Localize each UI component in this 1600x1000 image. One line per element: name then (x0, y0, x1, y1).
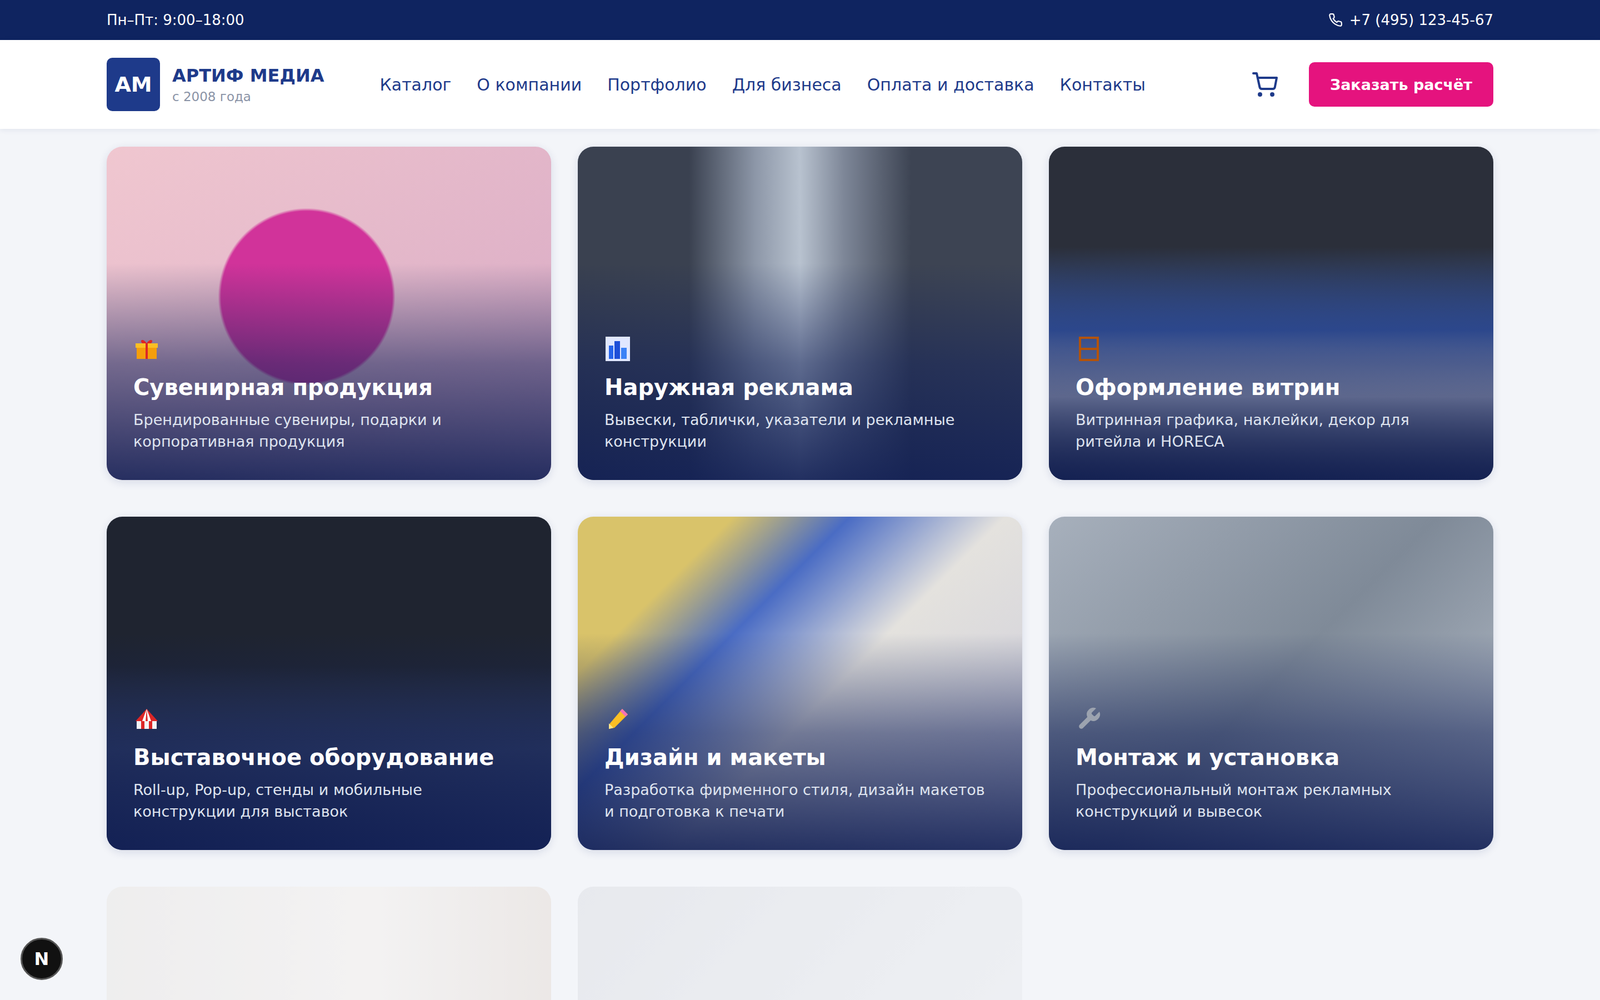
card-title: Оформление витрин (1075, 374, 1467, 400)
top-bar: Пн–Пт: 9:00–18:00 +7 (495) 123-45-67 (0, 0, 1600, 40)
category-card[interactable]: Дизайн и макеты Разработка фирменного сти… (577, 516, 1023, 850)
cart-icon (1251, 71, 1278, 98)
card-description: Витринная графика, наклейки, декор для р… (1075, 408, 1467, 453)
city-icon (604, 335, 632, 363)
gift-icon (133, 335, 160, 363)
nav-item[interactable]: Контакты (1060, 75, 1146, 95)
tent-icon (133, 705, 160, 733)
card-title: Дизайн и макеты (604, 744, 996, 770)
loading-card (106, 886, 552, 1000)
phone-link[interactable]: +7 (495) 123-45-67 (1328, 11, 1494, 29)
loading-card (577, 886, 1023, 1000)
nav-item[interactable]: Портфолио (607, 75, 707, 95)
card-description: Разработка фирменного стиля, дизайн маке… (604, 778, 996, 823)
card-title: Сувенирная продукция (133, 374, 525, 400)
category-card[interactable]: Выставочное оборудование Roll-up, Pop-up,… (106, 516, 552, 850)
category-card[interactable]: Оформление витрин Витринная графика, накл… (1048, 146, 1494, 480)
nav-item[interactable]: О компании (476, 75, 582, 95)
category-card[interactable]: Наружная реклама Вывески, таблички, указа… (577, 146, 1023, 480)
pencil-icon (604, 705, 632, 733)
card-description: Вывески, таблички, указатели и рекламные… (604, 408, 996, 453)
logo-mark: АМ (106, 57, 160, 112)
working-hours: Пн–Пт: 9:00–18:00 (106, 11, 245, 29)
card-title: Наружная реклама (604, 374, 996, 400)
wrench-icon (1075, 705, 1103, 733)
main-nav: Каталог О компании Портфолио Для бизнеса Опл… (379, 75, 1229, 95)
phone-icon (1328, 12, 1343, 28)
header: АМ АРТИФ МЕДИА с 2008 года Каталог О компани… (0, 40, 1600, 129)
logo-subtitle: с 2008 года (172, 89, 324, 104)
card-title: Выставочное оборудование (133, 744, 525, 770)
card-description: Roll-up, Pop-up, стенды и мобильные конс… (133, 778, 525, 823)
nav-item[interactable]: Каталог (379, 75, 452, 95)
logo[interactable]: АМ АРТИФ МЕДИА с 2008 года (106, 57, 324, 112)
card-title: Монтаж и установка (1075, 744, 1467, 770)
page: Пн–Пт: 9:00–18:00 +7 (495) 123-45-67 АМ АРТ… (0, 0, 1600, 1000)
nav-item[interactable]: Оплата и доставка (867, 75, 1035, 95)
catalog-grid: Сувенирная продукция Брендированные сувен… (106, 128, 1494, 1000)
logo-title: АРТИФ МЕДИА (172, 65, 324, 87)
dev-badge[interactable]: N (20, 937, 63, 980)
card-description: Профессиональный монтаж рекламных констр… (1075, 778, 1467, 823)
order-calculation-button[interactable]: Заказать расчёт (1308, 62, 1494, 107)
nav-item[interactable]: Для бизнеса (732, 75, 842, 95)
category-card[interactable]: Сувенирная продукция Брендированные сувен… (106, 146, 552, 480)
frame-icon (1075, 335, 1103, 363)
cart-button[interactable] (1251, 71, 1278, 98)
category-card[interactable]: Монтаж и установка Профессиональный монта… (1048, 516, 1494, 850)
card-description: Брендированные сувениры, подарки и корпо… (133, 408, 525, 453)
